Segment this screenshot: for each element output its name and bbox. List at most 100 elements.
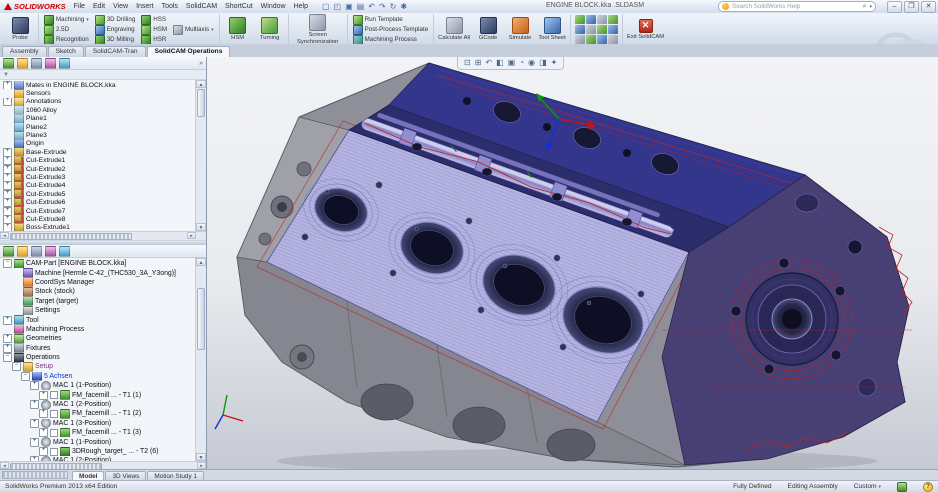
feature-tree-item[interactable]: + Cut-Extrude8 xyxy=(0,215,196,223)
feature-tree-item[interactable]: + Cut-Extrude5 xyxy=(0,190,196,198)
menu-item[interactable]: Edit xyxy=(90,3,108,10)
expand-toggle-icon[interactable]: + xyxy=(3,173,12,181)
menu-item[interactable]: Window xyxy=(258,3,289,10)
simulation-options-icon[interactable] xyxy=(575,35,585,44)
minimize-button[interactable]: – xyxy=(887,1,902,13)
feature-tree-item[interactable]: + Annotations xyxy=(0,98,196,106)
gcode-settings-icon[interactable] xyxy=(586,35,596,44)
appearances-icon[interactable]: ◨ xyxy=(539,58,547,68)
expand-toggle-icon[interactable]: + xyxy=(30,419,39,428)
units-dropdown[interactable]: Custom ▾ xyxy=(854,483,881,490)
search-icon[interactable]: ⌕ xyxy=(863,3,867,11)
feature-tree-item[interactable]: + Base-Extrude xyxy=(0,148,196,156)
menu-item[interactable]: Help xyxy=(291,3,311,10)
redo-icon[interactable]: ↷ xyxy=(379,2,386,11)
cam-tree-item[interactable]: − Setup xyxy=(0,362,196,371)
operation-checkbox[interactable] xyxy=(50,429,58,437)
tool-sheet-button[interactable]: Tool Sheet xyxy=(538,17,566,41)
filter-icon[interactable]: ▼ xyxy=(3,72,9,78)
3d-drilling-button[interactable]: 3D Drilling xyxy=(94,15,137,24)
expand-toggle-icon[interactable]: + xyxy=(3,148,12,156)
section-view-icon[interactable]: ◧ xyxy=(496,58,504,68)
quick-tips-icon[interactable] xyxy=(897,482,907,492)
cam-tree-item[interactable]: + FM_facemill ... - T1 (3) xyxy=(0,428,196,437)
cam-tree-item[interactable]: Target (target) xyxy=(0,297,196,306)
feature-tree-item[interactable]: Plane3 xyxy=(0,131,196,139)
featuremanager-tab-icon[interactable] xyxy=(3,58,14,69)
cam-tree-scrollbar[interactable]: ▲ ▼ xyxy=(195,258,206,461)
feature-tree-item[interactable]: Sensors xyxy=(0,89,196,97)
coordinate-system-icon[interactable] xyxy=(575,15,585,24)
configurationmanager-tab-icon[interactable] xyxy=(31,58,42,69)
expand-toggle-icon[interactable]: + xyxy=(3,224,12,231)
cam-tree-item[interactable]: Machine [Hermle C-42_(THC530_3A_Y3ong)] xyxy=(0,268,196,277)
cam-tree-item[interactable]: + FM_facemill ... - T1 (2) xyxy=(0,409,196,418)
feature-tree-item[interactable]: Origin xyxy=(0,140,196,148)
view-orientation-icon[interactable]: ▣ xyxy=(508,58,516,68)
solidcam-tree-icon[interactable] xyxy=(3,246,14,257)
command-tab[interactable]: SolidCAM-Tran xyxy=(85,46,146,57)
menu-item[interactable]: SolidCAM xyxy=(183,3,220,10)
search-box[interactable]: Search SolidWorks Help ⌕ ▾ xyxy=(718,1,876,12)
search-input[interactable]: Search SolidWorks Help xyxy=(732,3,860,10)
probe-button[interactable]: Probe xyxy=(6,17,34,41)
scroll-right-icon[interactable]: ▸ xyxy=(187,232,196,239)
part-settings-icon[interactable] xyxy=(608,25,618,34)
expand-toggle-icon[interactable]: + xyxy=(39,409,48,418)
search-dropdown-icon[interactable]: ▾ xyxy=(869,4,872,10)
cam-tree-item[interactable]: − CAM-Part [ENGINE BLOCK.kka] xyxy=(0,259,196,268)
expand-toggle-icon[interactable]: − xyxy=(21,372,30,381)
zoom-area-icon[interactable]: ⊞ xyxy=(475,58,482,68)
expand-toggle-icon[interactable]: + xyxy=(3,198,12,206)
expand-toggle-icon[interactable]: + xyxy=(39,447,48,456)
expand-toggle-icon[interactable]: + xyxy=(3,316,12,325)
expand-toggle-icon[interactable]: + xyxy=(3,165,12,173)
propertymanager-tab-icon[interactable] xyxy=(17,58,28,69)
cam-tree-item[interactable]: + Tool xyxy=(0,315,196,324)
multiaxis-button[interactable]: Multiaxis▾ xyxy=(172,25,215,34)
cam-tree-item[interactable]: + MAC 1 (1-Position) xyxy=(0,437,196,446)
restore-button[interactable]: ❐ xyxy=(904,1,919,13)
command-tab[interactable]: Sketch xyxy=(48,46,84,57)
graphics-viewport[interactable]: ⊡⊞↶◧▣◔◉◨✦ xyxy=(207,57,938,470)
scrollbar-thumb[interactable] xyxy=(10,233,132,240)
cam-tree-item[interactable]: Machining Process xyxy=(0,325,196,334)
expand-toggle-icon[interactable]: + xyxy=(3,207,12,215)
command-tab[interactable]: Assembly xyxy=(2,46,47,57)
hsm-button[interactable]: HSM xyxy=(140,25,168,34)
print-icon[interactable]: ▤ xyxy=(357,2,365,11)
solidcam-filter-icon[interactable] xyxy=(31,246,42,257)
expand-toggle-icon[interactable]: + xyxy=(3,215,12,223)
feature-tree-item[interactable]: + Cut-Extrude1 xyxy=(0,157,196,165)
gcode-button[interactable]: GCode xyxy=(474,17,502,41)
operation-checkbox[interactable] xyxy=(50,391,58,399)
screen-sync-button[interactable]: Screen Synchronization xyxy=(293,14,343,44)
engraving-button[interactable]: Engraving xyxy=(94,25,137,34)
rebuild-icon[interactable]: ↻ xyxy=(390,2,397,11)
expand-toggle-icon[interactable]: + xyxy=(39,391,48,400)
feature-tree-hscrollbar[interactable]: ◂ ▸ xyxy=(0,231,206,240)
cam-tree-item[interactable]: + 3DRough_target_ ... - T2 (6) xyxy=(0,447,196,456)
simulate-button[interactable]: Simulate xyxy=(506,17,534,41)
expand-toggle-icon[interactable]: − xyxy=(12,362,21,371)
previous-view-icon[interactable]: ↶ xyxy=(485,58,492,68)
menu-item[interactable]: Insert xyxy=(133,3,157,10)
dimxpertmanager-tab-icon[interactable] xyxy=(45,58,56,69)
expand-toggle-icon[interactable]: + xyxy=(39,428,48,437)
expand-toggle-icon[interactable]: − xyxy=(3,353,12,362)
menu-item[interactable]: ShortCut xyxy=(222,3,256,10)
options-icon[interactable]: ✱ xyxy=(400,2,407,11)
cam-tree-item[interactable]: + MAC 1 (2-Position) xyxy=(0,400,196,409)
documentation-icon[interactable] xyxy=(597,35,607,44)
scroll-down-icon[interactable]: ▼ xyxy=(196,223,206,231)
synchronize-icon[interactable] xyxy=(597,25,607,34)
hss-button[interactable]: HSS xyxy=(140,15,168,24)
feature-tree-item[interactable]: Plane2 xyxy=(0,123,196,131)
scroll-left-icon[interactable]: ◂ xyxy=(0,232,9,239)
scrollbar-thumb[interactable] xyxy=(197,288,205,350)
hsm-big-button[interactable]: HSM xyxy=(224,17,252,41)
save-icon[interactable]: ▣ xyxy=(345,2,353,11)
help-icon[interactable] xyxy=(923,482,933,492)
expand-toggle-icon[interactable]: + xyxy=(3,344,12,353)
solidcam-refresh-icon[interactable] xyxy=(17,246,28,257)
